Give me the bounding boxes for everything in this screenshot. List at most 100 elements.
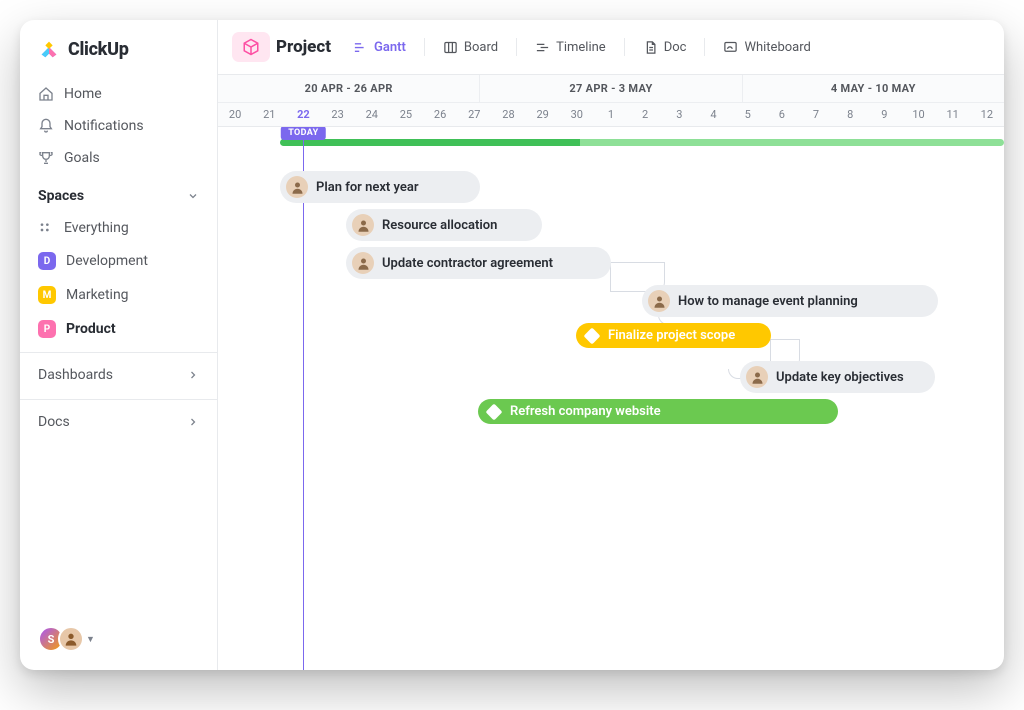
timeline-day[interactable]: 24: [355, 103, 389, 126]
timeline-day[interactable]: 20: [218, 103, 252, 126]
view-tab-doc-label: Doc: [664, 40, 687, 55]
timeline-day[interactable]: 1: [594, 103, 628, 126]
space-marketing[interactable]: M Marketing: [20, 278, 217, 312]
view-tab-timeline[interactable]: Timeline: [525, 34, 616, 61]
timeline-day[interactable]: 4: [696, 103, 730, 126]
nav-home[interactable]: Home: [20, 78, 217, 110]
timeline-day[interactable]: 22: [286, 103, 320, 126]
section-docs-label: Docs: [38, 414, 70, 430]
section-docs[interactable]: Docs: [20, 404, 217, 440]
board-icon: [443, 40, 458, 55]
timeline-day[interactable]: 8: [833, 103, 867, 126]
view-tab-board[interactable]: Board: [433, 34, 508, 61]
progress-remaining: [580, 139, 1004, 146]
logo-text: ClickUp: [68, 39, 129, 60]
assignee-avatar: [648, 290, 670, 312]
timeline-day[interactable]: 10: [901, 103, 935, 126]
section-dashboards-label: Dashboards: [38, 367, 113, 383]
divider: [424, 38, 425, 56]
timeline-day[interactable]: 27: [457, 103, 491, 126]
timeline-day[interactable]: 9: [867, 103, 901, 126]
project-badge[interactable]: [232, 32, 270, 62]
space-product-badge: P: [38, 320, 56, 338]
gantt-task-label: Update contractor agreement: [382, 256, 553, 271]
view-tab-whiteboard[interactable]: Whiteboard: [713, 34, 820, 61]
view-tab-gantt[interactable]: Gantt: [343, 34, 416, 61]
view-tab-whiteboard-label: Whiteboard: [744, 40, 810, 55]
gantt-chart[interactable]: TODAYPlan for next yearResource allocati…: [218, 127, 1004, 670]
home-icon: [38, 86, 54, 102]
gantt-icon: [353, 40, 368, 55]
whiteboard-icon: [723, 40, 738, 55]
progress-complete: [280, 139, 580, 146]
avatar-member[interactable]: [58, 626, 84, 652]
assignee-avatar: [352, 214, 374, 236]
view-tab-timeline-label: Timeline: [556, 40, 606, 55]
section-dashboards[interactable]: Dashboards: [20, 357, 217, 393]
assignee-avatar: [352, 252, 374, 274]
timeline-day[interactable]: 23: [321, 103, 355, 126]
divider: [704, 38, 705, 56]
milestone-diamond-icon: [584, 327, 601, 344]
gantt-task[interactable]: Refresh company website: [478, 399, 838, 424]
timeline-day[interactable]: 25: [389, 103, 423, 126]
trophy-icon: [38, 150, 54, 166]
nav-goals[interactable]: Goals: [20, 142, 217, 174]
space-product[interactable]: P Product: [20, 312, 217, 346]
timeline-day[interactable]: 28: [491, 103, 525, 126]
avatar-menu-caret[interactable]: ▼: [86, 634, 95, 645]
chevron-down-icon: [187, 190, 199, 202]
timeline-day[interactable]: 26: [423, 103, 457, 126]
gantt-task[interactable]: How to manage event planning: [642, 285, 938, 317]
nav-notifications[interactable]: Notifications: [20, 110, 217, 142]
nav-goals-label: Goals: [64, 150, 100, 166]
user-avatars[interactable]: S ▼: [20, 626, 217, 656]
main-pane: Project Gantt Board Timeline Doc: [218, 20, 1004, 670]
timeline-day[interactable]: 12: [970, 103, 1004, 126]
spaces-heading[interactable]: Spaces: [20, 174, 217, 212]
gantt-task[interactable]: Finalize project scope: [576, 323, 771, 348]
today-line: [303, 127, 304, 670]
space-everything[interactable]: Everything: [20, 212, 217, 244]
view-tab-doc[interactable]: Doc: [633, 34, 697, 61]
header: Project Gantt Board Timeline Doc: [218, 20, 1004, 74]
assignee-avatar: [286, 176, 308, 198]
timeline-day[interactable]: 2: [628, 103, 662, 126]
sidebar: ClickUp Home Notifications Goals Spaces …: [20, 20, 218, 670]
cube-icon: [242, 38, 260, 56]
timeline-day[interactable]: 21: [252, 103, 286, 126]
space-development[interactable]: D Development: [20, 244, 217, 278]
divider: [516, 38, 517, 56]
gantt-task-label: Plan for next year: [316, 180, 419, 195]
overall-progress-bar: [280, 139, 1004, 146]
chevron-right-icon: [187, 416, 199, 428]
logo[interactable]: ClickUp: [20, 34, 217, 78]
gantt-task[interactable]: Update key objectives: [740, 361, 935, 393]
timeline-header: 20 APR - 26 APR27 APR - 3 MAY4 MAY - 10 …: [218, 74, 1004, 127]
app-window: ClickUp Home Notifications Goals Spaces …: [20, 20, 1004, 670]
gantt-task-label: Finalize project scope: [608, 328, 735, 343]
chevron-right-icon: [187, 369, 199, 381]
gantt-task[interactable]: Update contractor agreement: [346, 247, 611, 279]
view-tab-gantt-label: Gantt: [374, 40, 406, 55]
gantt-task-label: Resource allocation: [382, 218, 497, 233]
timeline-day[interactable]: 5: [731, 103, 765, 126]
gantt-task[interactable]: Resource allocation: [346, 209, 542, 241]
timeline-day[interactable]: 30: [560, 103, 594, 126]
timeline-day[interactable]: 29: [526, 103, 560, 126]
gantt-task[interactable]: Plan for next year: [280, 171, 480, 203]
timeline-range: 27 APR - 3 MAY: [480, 75, 742, 102]
space-marketing-badge: M: [38, 286, 56, 304]
doc-icon: [643, 40, 658, 55]
timeline-day[interactable]: 7: [799, 103, 833, 126]
nav-notifications-label: Notifications: [64, 118, 144, 134]
gantt-task-label: How to manage event planning: [678, 294, 858, 309]
bell-icon: [38, 118, 54, 134]
timeline-day[interactable]: 11: [936, 103, 970, 126]
divider: [624, 38, 625, 56]
timeline-day[interactable]: 6: [765, 103, 799, 126]
gantt-task-label: Update key objectives: [776, 370, 904, 385]
timeline-ranges: 20 APR - 26 APR27 APR - 3 MAY4 MAY - 10 …: [218, 75, 1004, 103]
milestone-diamond-icon: [486, 403, 503, 420]
timeline-day[interactable]: 3: [662, 103, 696, 126]
